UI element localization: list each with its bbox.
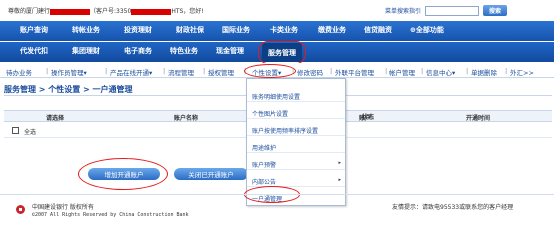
subnav-info-center-label: 信息中心 — [426, 69, 452, 77]
select-all-checkbox[interactable] — [12, 127, 19, 134]
nav-investment[interactable]: 投资理财 — [124, 25, 152, 35]
menu-item-label: 账户预警 — [252, 162, 277, 169]
col-open-time: 开通时间 — [466, 115, 491, 122]
close-account-button[interactable]: 关闭已开通账户 — [174, 168, 248, 180]
nav-ecommerce[interactable]: 电子商务 — [124, 46, 152, 56]
top-bar: 尊敬的厦门建行 （客户号:3350 HTS，您好! 菜单搜索指引 搜索 — [0, 0, 554, 18]
subnav-change-password[interactable]: 修改密码 — [297, 67, 323, 77]
menu-item-label: 用途维护 — [252, 145, 277, 152]
subnav-operator[interactable]: 操作员管理▾ — [51, 67, 87, 77]
menu-item-label: 账务明细使用设置 — [252, 94, 301, 101]
subnav-forex[interactable]: 外汇>> — [510, 67, 534, 77]
redacted-id — [131, 8, 172, 15]
col-status-label: 状态 — [362, 114, 375, 121]
subnav-account-management[interactable]: 帐户管理 — [389, 67, 415, 77]
subnav-separator: | — [466, 67, 469, 75]
welcome-text: 尊敬的厦门建行 （客户号:3350 HTS，您好! — [8, 6, 204, 15]
subnav-authorization[interactable]: 授权管理 — [208, 67, 234, 77]
subnav-info-center[interactable]: 信息中心▾ — [426, 67, 455, 77]
menu-search: 菜单搜索指引 搜索 — [385, 5, 508, 16]
subnav-operator-label: 操作员管理 — [51, 69, 84, 77]
search-button[interactable]: 搜索 — [483, 5, 508, 16]
subnav-separator: | — [421, 67, 424, 75]
welcome-customer-id: （客户号:3350 — [90, 8, 132, 15]
welcome-suffix: HTS，您好! — [171, 8, 204, 15]
search-guide-link[interactable]: 菜单搜索指引 — [385, 6, 421, 15]
nav-fiscal[interactable]: 财政社保 — [176, 25, 204, 35]
highlight-personal-settings — [244, 64, 296, 78]
menu-item-picture-settings[interactable]: 个性图片设置 — [247, 106, 345, 119]
subnav-separator: | — [505, 67, 508, 75]
chevron-down-icon: ▾ — [83, 69, 87, 77]
nav-all-functions[interactable]: ⊕全部功能 — [410, 25, 444, 35]
footer-note: 友情提示：请致电95533或联系您的客户经理 — [392, 204, 514, 211]
col-select: 请选择 — [46, 115, 65, 122]
redacted-name — [50, 8, 91, 15]
subnav-product-online[interactable]: 产品在线开通▾ — [110, 67, 152, 77]
subnav-separator: | — [163, 67, 166, 75]
select-all-label: 全选 — [24, 129, 37, 136]
menu-item-label: 个性图片设置 — [252, 111, 289, 118]
nav-group-finance[interactable]: 集团理财 — [72, 46, 100, 56]
subnav-separator: | — [105, 67, 108, 75]
chevron-right-icon: ▸ — [338, 177, 341, 183]
subnav-document-delete[interactable]: 单据删除 — [471, 67, 497, 77]
nav-featured[interactable]: 特色业务 — [170, 46, 198, 56]
chevron-right-icon: ▸ — [338, 160, 341, 166]
main-nav-row-2: 代发代扣 集团理财 电子商务 特色业务 现金管理 服务管理 — [0, 41, 554, 64]
subnav-separator: | — [330, 67, 333, 75]
nav-account-query[interactable]: 账户查询 — [20, 25, 48, 35]
subnav-separator: | — [46, 67, 49, 75]
footer-company: 中国建设银行 版权所有 — [32, 204, 94, 211]
menu-search-input[interactable] — [425, 5, 480, 16]
menu-item-detail-settings[interactable]: 账务明细使用设置 — [247, 89, 345, 102]
menu-item-announcement[interactable]: 内部公告 ▸ — [247, 174, 345, 187]
main-nav-row-1: 账户查询 转帐业务 投资理财 财政社保 国际业务 卡类业务 缴费业务 信贷融资 … — [0, 21, 554, 41]
subnav-separator: | — [385, 67, 388, 75]
chevron-down-icon: ▾ — [452, 69, 456, 77]
subnav-external-platform[interactable]: 外联平台管理 — [335, 67, 374, 77]
footer-copyright: ©2007 All Rights Reserved by China Const… — [32, 212, 189, 218]
page: 尊敬的厦门建行 （客户号:3350 HTS，您好! 菜单搜索指引 搜索 账户查询 转… — [0, 0, 554, 228]
nav-card[interactable]: 卡类业务 — [270, 25, 298, 35]
nav-payroll[interactable]: 代发代扣 — [20, 46, 48, 56]
menu-item-purpose[interactable]: 用途维护 — [247, 140, 345, 153]
footer-divider — [0, 194, 554, 195]
nav-transfer[interactable]: 转帐业务 — [72, 25, 100, 35]
menu-item-label: 内部公告 — [252, 179, 277, 186]
nav-international[interactable]: 国际业务 — [222, 25, 250, 35]
nav-all-functions-label: 全部功能 — [415, 26, 444, 34]
add-account-button[interactable]: 增加开通账户 — [88, 168, 160, 180]
breadcrumb: 服务管理 > 个性设置 > 一户通管理 — [4, 85, 133, 94]
chevron-down-icon: ▾ — [149, 69, 153, 77]
col-account-name: 账户名称 — [174, 115, 199, 122]
nav-cash-management[interactable]: 现金管理 — [216, 46, 244, 56]
welcome-prefix: 尊敬的厦门建行 — [8, 8, 51, 15]
subnav-process[interactable]: 流程管理 — [168, 67, 194, 77]
menu-item-account-alert[interactable]: 账户预警 ▸ — [247, 157, 345, 170]
ccb-logo-icon — [16, 205, 25, 214]
nav-credit[interactable]: 信贷融资 — [364, 25, 392, 35]
nav-service-management[interactable]: 服务管理 — [258, 41, 306, 64]
menu-item-sort-settings[interactable]: 账户按使用频率排序设置 — [247, 123, 345, 136]
subnav-separator: | — [203, 67, 206, 75]
subnav-todo[interactable]: 待办业务 — [6, 67, 32, 77]
menu-item-label: 账户按使用频率排序设置 — [252, 128, 319, 135]
nav-payment[interactable]: 缴费业务 — [318, 25, 346, 35]
subnav-product-online-label: 产品在线开通 — [110, 69, 149, 77]
